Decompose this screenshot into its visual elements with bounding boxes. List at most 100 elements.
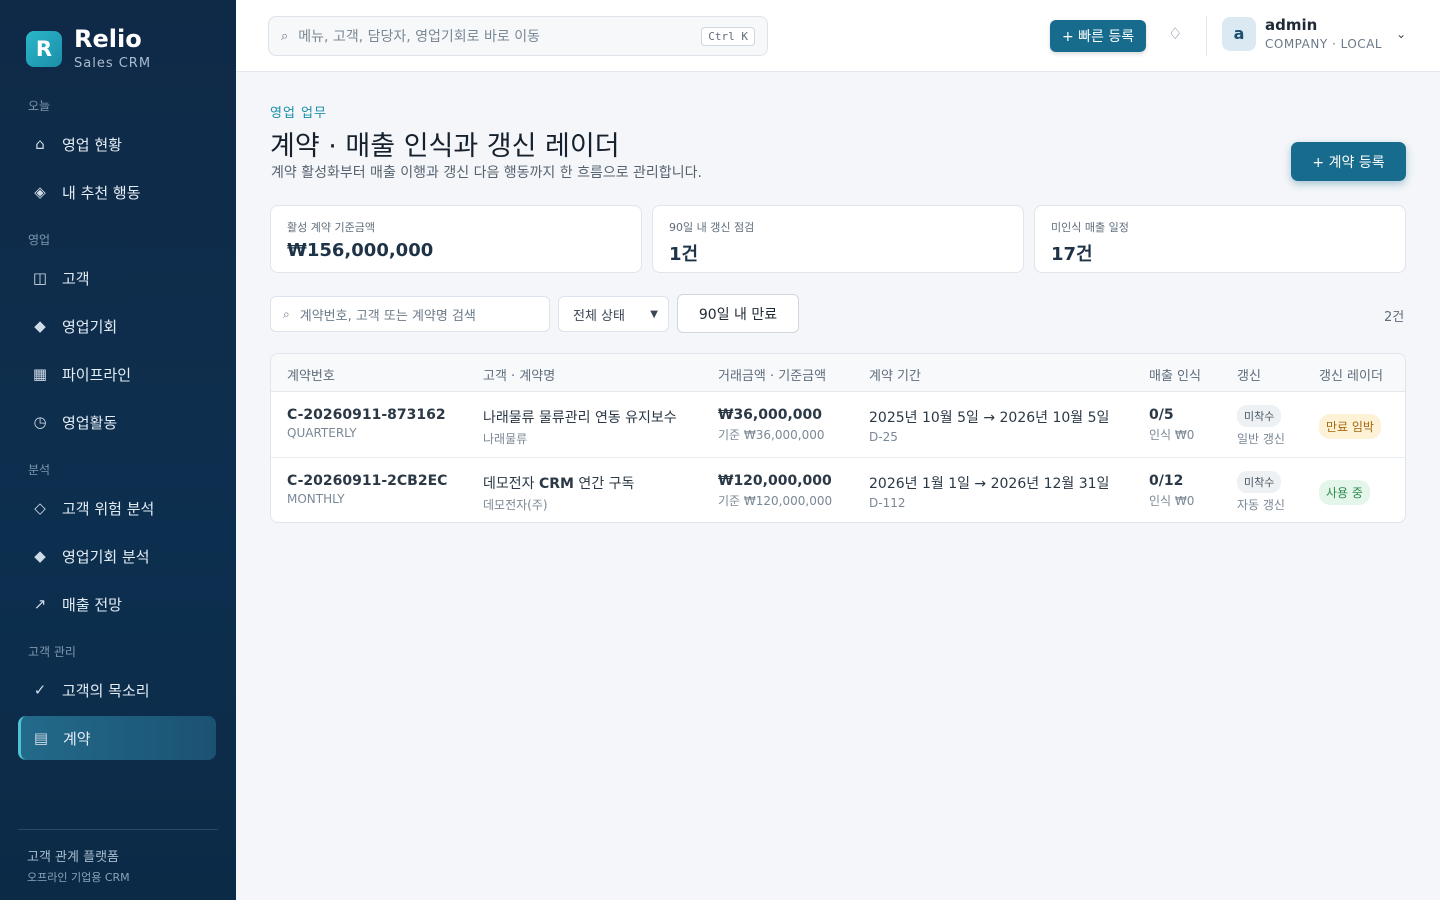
table-row[interactable]: C-20260911-873162 QUARTERLY 나래물류 물류관리 연동… <box>271 392 1405 458</box>
stat-card-renewal-check: 90일 내 갱신 점검 1건 <box>652 205 1024 273</box>
sidebar-item-revenue-forecast[interactable]: ↗ 매출 전망 <box>18 582 216 626</box>
sidebar-item-label: 매출 전망 <box>62 595 122 614</box>
contract-period: 2026년 1월 1일 → 2026년 12월 31일 <box>869 476 1110 492</box>
contract-name-bold: CRM <box>538 476 574 492</box>
table-row[interactable]: C-20260911-2CB2EC MONTHLY 데모전자 CRM 연간 구독… <box>271 458 1405 522</box>
status-select[interactable]: 전체 상태 ▼ <box>558 296 669 332</box>
user-menu[interactable]: a admin COMPANY · LOCAL ⌄ <box>1222 16 1406 51</box>
sidebar-item-label: 고객 <box>62 269 90 288</box>
columns-icon: ◫ <box>32 269 48 287</box>
diamond-icon: ◈ <box>34 183 46 201</box>
stat-label: 활성 계약 기준금액 <box>287 221 375 234</box>
result-count: 2건 <box>1384 310 1405 325</box>
sidebar-item-pipeline[interactable]: ▦ 파이프라인 <box>18 352 216 396</box>
topbar: ⌕ 메뉴, 고객, 담당자, 영업기회로 바로 이동 Ctrl K + 빠른 등… <box>236 0 1440 72</box>
chevron-down-icon: ▼ <box>650 308 658 320</box>
column-header[interactable]: 계약번호 <box>287 365 335 384</box>
table-header: 계약번호 고객 · 계약명 거래금액 · 기준금액 계약 기간 매출 인식 갱신… <box>271 354 1405 392</box>
sidebar-item-customers[interactable]: ◫ 고객 <box>18 256 216 300</box>
renewal-status-badge: 미착수 <box>1237 405 1282 427</box>
notification-icon[interactable]: ♢ <box>1168 24 1182 43</box>
deal-amount: ₩120,000,000 <box>718 473 832 489</box>
page-eyebrow: 영업 업무 <box>270 106 327 121</box>
column-header[interactable]: 고객 · 계약명 <box>483 365 555 384</box>
sidebar: R Relio Sales CRM 오늘 ⌂ 영업 현황 ◈ 내 추천 행동 영… <box>0 0 236 900</box>
recognized-amount: 인식 ₩0 <box>1149 494 1195 508</box>
brand-subtitle: Sales CRM <box>74 56 152 71</box>
sidebar-item-customer-risk[interactable]: ◇ 고객 위험 분석 <box>18 486 216 530</box>
sidebar-item-opportunities[interactable]: ◆ 영업기회 <box>18 304 216 348</box>
contract-search-input[interactable]: ⌕ 계약번호, 고객 또는 계약명 검색 <box>270 296 550 332</box>
renewal-type: 자동 갱신 <box>1237 498 1285 512</box>
deal-amount: ₩36,000,000 <box>718 407 823 423</box>
recognized-amount: 인식 ₩0 <box>1149 428 1195 442</box>
page-subtitle: 계약 활성화부터 매출 이행과 갱신 다음 행동까지 한 흐름으로 관리합니다. <box>271 165 702 181</box>
sidebar-item-contracts[interactable]: ▤ 계약 <box>18 716 216 760</box>
status-select-value: 전체 상태 <box>573 308 625 324</box>
brand-logo: R <box>26 30 62 67</box>
nav-section-sales: 영업 <box>28 233 51 247</box>
contract-search-placeholder: 계약번호, 고객 또는 계약명 검색 <box>299 308 476 324</box>
base-amount: 기준 ₩120,000,000 <box>718 494 833 508</box>
days-remaining: D-25 <box>869 430 898 444</box>
contract-name[interactable]: 데모전자 CRM 연간 구독 <box>483 473 634 493</box>
sidebar-item-label: 파이프라인 <box>62 365 132 384</box>
renewal-status-badge: 미착수 <box>1237 471 1282 493</box>
renewal-type: 일반 갱신 <box>1237 432 1285 446</box>
trend-up-icon: ↗ <box>33 595 47 613</box>
column-header[interactable]: 거래금액 · 기준금액 <box>718 365 826 384</box>
stat-value: ₩156,000,000 <box>287 240 434 261</box>
contract-number[interactable]: C-20260911-873162 <box>287 407 446 423</box>
contract-name[interactable]: 나래물류 물류관리 연동 유지보수 <box>483 407 677 427</box>
search-shortcut-hint: Ctrl K <box>701 26 755 46</box>
contract-name-text: 나래물류 물류관리 연동 유지보수 <box>483 410 677 426</box>
diamond-filled-icon: ◆ <box>34 547 46 565</box>
sidebar-item-label: 영업 현황 <box>62 135 122 154</box>
nav-section-customer-management: 고객 관리 <box>28 645 76 659</box>
renewal-radar-badge: 사용 중 <box>1319 480 1370 505</box>
sidebar-item-activities[interactable]: ◷ 영업활동 <box>18 400 216 444</box>
revenue-recognition: 0/5 <box>1149 407 1174 423</box>
clock-icon: ◷ <box>33 413 47 431</box>
contract-number[interactable]: C-20260911-2CB2EC <box>287 473 447 489</box>
column-header[interactable]: 갱신 레이더 <box>1319 365 1383 384</box>
sidebar-item-label: 영업기회 <box>62 317 118 336</box>
stat-card-unrecognized-revenue: 미인식 매출 일정 17건 <box>1034 205 1406 273</box>
sidebar-item-label: 내 추천 행동 <box>62 183 141 202</box>
diamond-filled-icon: ◆ <box>34 317 46 335</box>
expiry-90-days-button[interactable]: 90일 내 만료 <box>677 294 799 333</box>
chevron-down-icon: ⌄ <box>1396 26 1407 41</box>
contract-period: 2025년 10월 5일 → 2026년 10월 5일 <box>869 410 1110 426</box>
sidebar-item-label: 계약 <box>63 729 91 748</box>
sidebar-item-label: 영업기회 분석 <box>62 547 150 566</box>
add-contract-button[interactable]: + 계약 등록 <box>1291 142 1406 181</box>
diamond-outline-icon: ◇ <box>34 499 46 517</box>
quick-add-button[interactable]: + 빠른 등록 <box>1050 20 1147 52</box>
contracts-table: 계약번호 고객 · 계약명 거래금액 · 기준금액 계약 기간 매출 인식 갱신… <box>270 353 1406 523</box>
column-header[interactable]: 매출 인식 <box>1149 365 1201 384</box>
brand-name: Relio <box>74 25 142 53</box>
page-title: 계약 · 매출 인식과 갱신 레이더 <box>270 131 620 162</box>
contract-name-text: 데모전자 <box>483 476 539 492</box>
stat-label: 90일 내 갱신 점검 <box>669 221 755 234</box>
sidebar-item-sales-overview[interactable]: ⌂ 영업 현황 <box>18 122 216 166</box>
sidebar-item-recommended-actions[interactable]: ◈ 내 추천 행동 <box>18 170 216 214</box>
column-header[interactable]: 계약 기간 <box>869 365 921 384</box>
search-icon: ⌕ <box>283 306 290 321</box>
user-org: COMPANY · LOCAL <box>1265 37 1383 51</box>
customer-name: 나래물류 <box>483 432 528 446</box>
sidebar-footer: 고객 관계 플랫폼 오프라인 기업용 CRM <box>18 829 218 885</box>
base-amount: 기준 ₩36,000,000 <box>718 428 825 442</box>
sidebar-item-voice-of-customer[interactable]: ✓ 고객의 목소리 <box>18 668 216 712</box>
footer-subtitle: 오프라인 기업용 CRM <box>27 871 130 884</box>
column-header[interactable]: 갱신 <box>1237 365 1261 384</box>
global-search[interactable]: ⌕ 메뉴, 고객, 담당자, 영업기회로 바로 이동 Ctrl K <box>268 16 768 56</box>
brand[interactable]: R Relio Sales CRM <box>26 26 151 71</box>
sidebar-item-opportunity-analysis[interactable]: ◆ 영업기회 분석 <box>18 534 216 578</box>
nav-section-today: 오늘 <box>28 99 51 113</box>
renewal-radar-badge: 만료 임박 <box>1319 414 1381 439</box>
revenue-recognition: 0/12 <box>1149 473 1184 489</box>
topbar-divider <box>1206 16 1207 56</box>
avatar: a <box>1222 16 1256 51</box>
grid-icon: ▦ <box>32 365 48 383</box>
